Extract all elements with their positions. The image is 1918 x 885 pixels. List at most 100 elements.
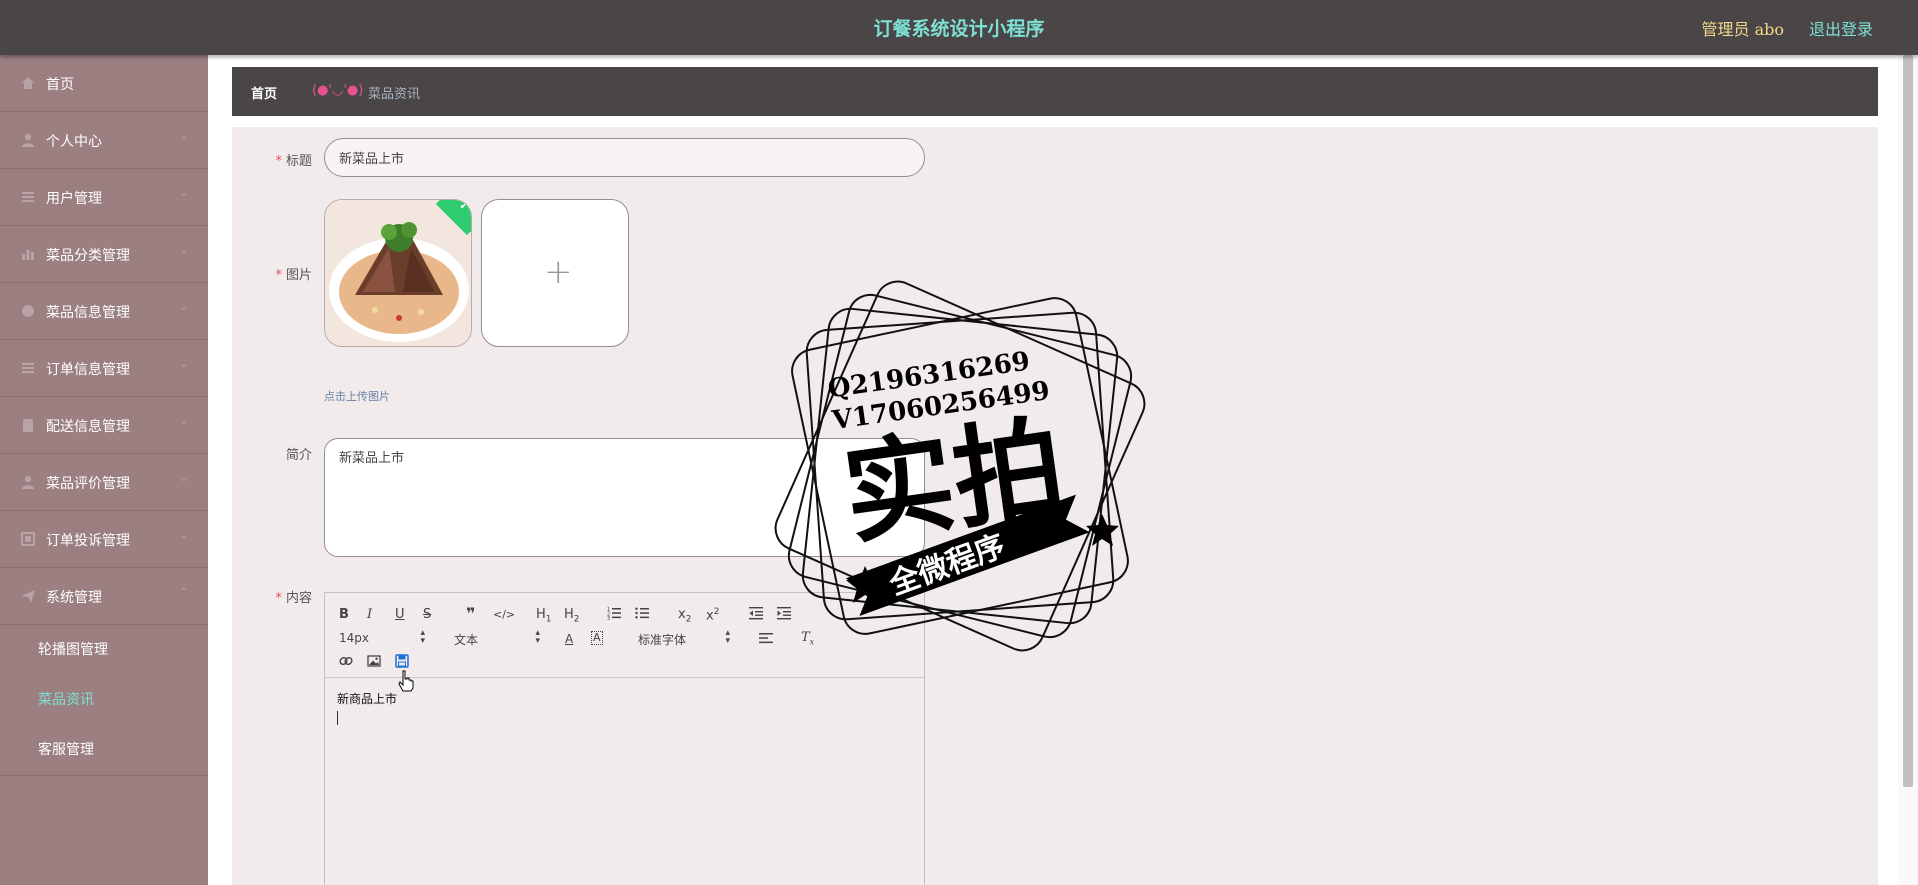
select-caret-icon: ▴ ▾ [420, 628, 425, 646]
editor-toolbar: B I U S ❞ </> H1 H2 123 x2 x2 14px ▴ ▾ 文… [325, 593, 924, 678]
superscript-icon[interactable]: x2 [706, 604, 719, 624]
vertical-scrollbar[interactable] [1898, 55, 1918, 885]
sidebar-item-label: 配送信息管理 [46, 419, 130, 435]
send-icon [20, 588, 36, 604]
image-upload-button[interactable]: + [481, 199, 629, 347]
rich-text-editor: B I U S ❞ </> H1 H2 123 x2 x2 14px ▴ ▾ 文… [324, 592, 925, 885]
top-header: 订餐系统设计小程序 管理员 abo 退出登录 [0, 0, 1918, 55]
logout-button[interactable]: 退出登录 [1809, 16, 1873, 40]
list-icon [20, 189, 36, 205]
chevron-down-icon: ⌄ [179, 188, 188, 199]
hand-cursor-icon [398, 670, 414, 692]
list-icon [20, 360, 36, 376]
editor-body-text: 新商品上市 [337, 692, 398, 706]
chevron-down-icon: ⌄ [179, 131, 188, 142]
sidebar-item-order-info[interactable]: 订单信息管理 ⌄ [0, 340, 208, 397]
text-style-select[interactable]: 文本 ▴ ▾ [454, 628, 540, 648]
admin-info: 管理员 abo [1701, 16, 1784, 40]
edit-form: *标题 *图片 ✔ + 点击上传图片 [232, 127, 1878, 885]
user-icon [20, 474, 36, 490]
clipboard-icon [20, 417, 36, 433]
sidebar-item-label: 订单投诉管理 [46, 533, 130, 549]
app-title: 订餐系统设计小程序 [873, 18, 1045, 40]
intro-label: 简介 [285, 448, 312, 463]
sidebar-subitem-carousel[interactable]: 轮播图管理 [0, 625, 208, 675]
uploaded-image-thumbnail[interactable]: ✔ [324, 199, 472, 347]
grid-icon [20, 531, 36, 547]
sidebar-item-delivery-info[interactable]: 配送信息管理 ⌄ [0, 397, 208, 454]
intro-textarea[interactable]: 新菜品上市 [324, 438, 925, 557]
sidebar-subitem-dish-news[interactable]: 菜品资讯 [0, 675, 208, 725]
sidebar-item-user-management[interactable]: 用户管理 ⌄ [0, 169, 208, 226]
breadcrumb-current: 菜品资讯 [368, 87, 421, 102]
plus-icon: + [544, 252, 573, 292]
code-block-icon[interactable]: </> [493, 607, 515, 623]
admin-role: 管理员 [1701, 20, 1750, 39]
title-label: * 标题 [275, 154, 312, 169]
background-color-icon[interactable]: A [591, 631, 603, 645]
sidebar-item-home[interactable]: 首页 [0, 55, 208, 112]
align-icon[interactable] [759, 631, 773, 650]
check-icon: ✔ [459, 201, 468, 212]
chevron-down-icon: ⌄ [179, 473, 188, 484]
title-input[interactable] [324, 138, 925, 177]
editor-content-area[interactable]: 新商品上市 [325, 678, 924, 737]
bullet-list-icon[interactable] [635, 606, 649, 625]
sidebar-item-personal-center[interactable]: 个人中心 ⌄ [0, 112, 208, 169]
sidebar-item-label: 菜品分类管理 [46, 248, 130, 264]
heading1-icon[interactable]: H1 [536, 607, 552, 628]
sidebar-item-label: 菜品评价管理 [46, 476, 130, 492]
system-submenu: 轮播图管理 菜品资讯 客服管理 [0, 625, 208, 776]
font-size-select[interactable]: 14px ▴ ▾ [339, 628, 425, 646]
chevron-down-icon: ⌄ [179, 359, 188, 370]
main-content: 首页 (●'◡'●) 菜品资讯 *标题 *图片 [208, 55, 1898, 885]
blockquote-icon[interactable]: ❞ [466, 606, 475, 622]
sidebar-item-label: 用户管理 [46, 191, 102, 207]
sidebar-item-label: 菜品信息管理 [46, 305, 130, 321]
breadcrumb-home[interactable]: 首页 [251, 83, 277, 102]
chevron-up-icon: ⌃ [179, 587, 188, 598]
chevron-down-icon: ⌄ [179, 302, 188, 313]
font-color-icon[interactable]: A [565, 631, 573, 647]
sidebar-item-dish-info[interactable]: 菜品信息管理 ⌄ [0, 283, 208, 340]
chevron-down-icon: ⌄ [179, 245, 188, 256]
chevron-down-icon: ⌄ [179, 530, 188, 541]
sidebar-item-label: 订单信息管理 [46, 362, 130, 378]
select-caret-icon: ▴ ▾ [725, 628, 730, 646]
subscript-icon[interactable]: x2 [678, 607, 691, 628]
outdent-icon[interactable] [749, 606, 763, 625]
indent-icon[interactable] [777, 606, 791, 625]
admin-name: abo [1754, 20, 1784, 39]
upload-hint-link[interactable]: 点击上传图片 [324, 388, 390, 404]
content-label: * 内容 [275, 591, 312, 606]
underline-icon[interactable]: U [395, 607, 405, 623]
sidebar-item-dish-category[interactable]: 菜品分类管理 ⌄ [0, 226, 208, 283]
chevron-down-icon: ⌄ [179, 416, 188, 427]
image-icon[interactable] [367, 654, 381, 673]
breadcrumb-separator: (●'◡'●) [312, 83, 364, 98]
bold-icon[interactable]: B [339, 607, 349, 623]
select-caret-icon: ▴ ▾ [535, 628, 540, 646]
sidebar-item-label: 个人中心 [46, 134, 102, 150]
sidebar-item-order-complaint[interactable]: 订单投诉管理 ⌄ [0, 511, 208, 568]
font-family-select[interactable]: 标准字体 ▴ ▾ [638, 628, 730, 648]
italic-icon[interactable]: I [367, 607, 372, 623]
image-label: * 图片 [275, 268, 312, 283]
bar-chart-icon [20, 246, 36, 262]
heading2-icon[interactable]: H2 [564, 607, 580, 628]
svg-text:3: 3 [607, 616, 610, 620]
sidebar-subitem-customer-service[interactable]: 客服管理 [0, 725, 208, 775]
sidebar-item-label: 首页 [46, 77, 74, 93]
strikethrough-icon[interactable]: S [423, 607, 431, 623]
scrollbar-thumb[interactable] [1903, 55, 1913, 787]
breadcrumb: 首页 (●'◡'●) 菜品资讯 [232, 67, 1878, 116]
sidebar-item-dish-review[interactable]: 菜品评价管理 ⌄ [0, 454, 208, 511]
sidebar-item-label: 系统管理 [46, 590, 102, 606]
text-cursor [337, 711, 338, 725]
ordered-list-icon[interactable]: 123 [607, 606, 621, 625]
sidebar-item-system-management[interactable]: 系统管理 ⌃ [0, 568, 208, 625]
info-icon [20, 303, 36, 319]
link-icon[interactable] [339, 654, 353, 673]
clear-format-icon[interactable]: Tx [801, 630, 814, 651]
dish-image [325, 200, 471, 346]
